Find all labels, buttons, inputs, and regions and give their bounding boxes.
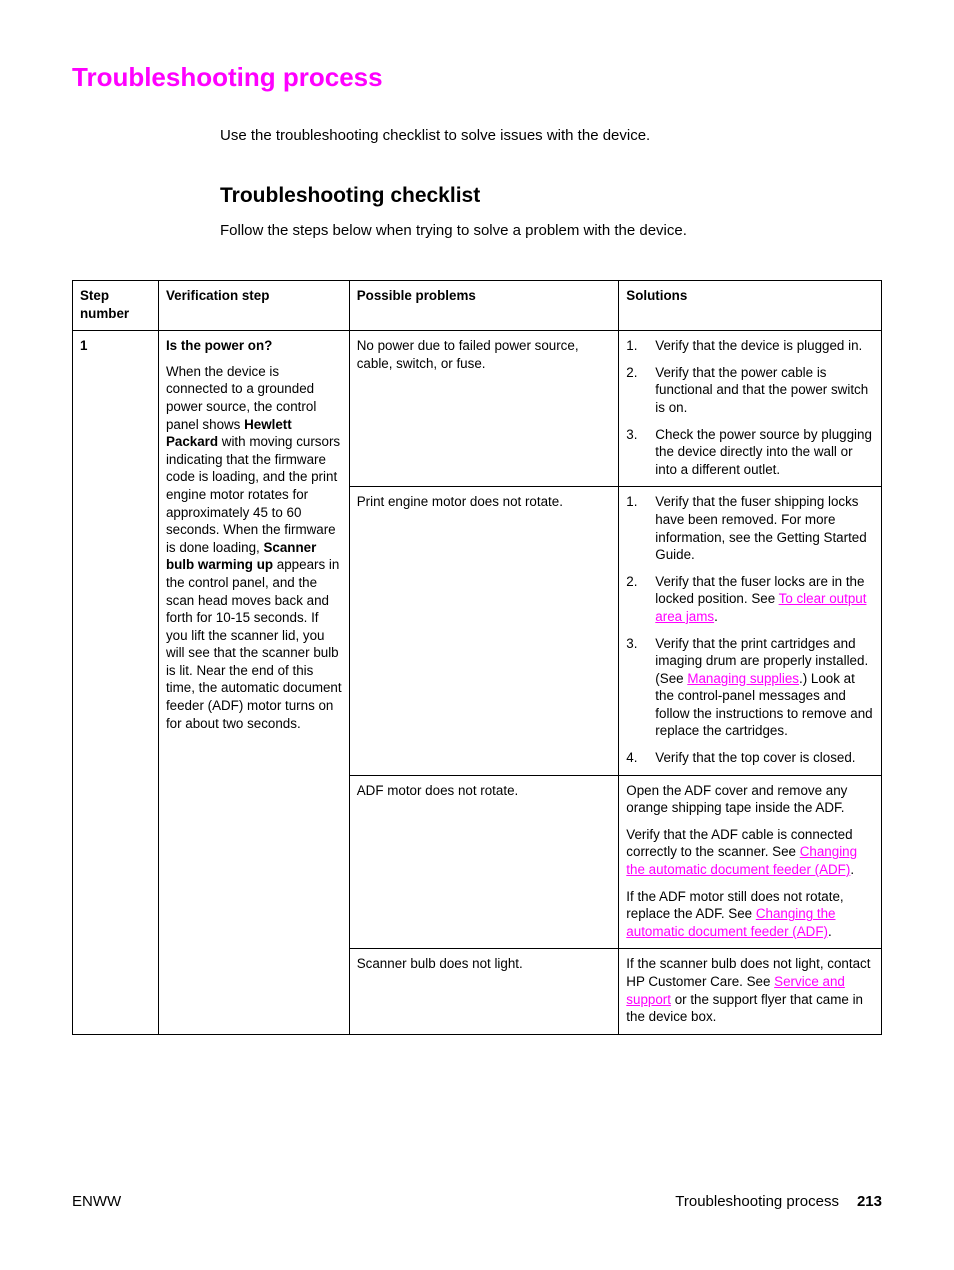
section-intro: Follow the steps below when trying to so… bbox=[220, 222, 687, 239]
solution-item: 2. Verify that the power cable is functio… bbox=[626, 364, 875, 417]
intro-text: Use the troubleshooting checklist to sol… bbox=[220, 127, 651, 144]
solution-number: 2. bbox=[626, 364, 638, 380]
solutions-cell: Open the ADF cover and remove any orange… bbox=[618, 774, 882, 950]
solution-paragraph: Open the ADF cover and remove any orange… bbox=[626, 782, 875, 817]
header-step-number: Step number bbox=[72, 279, 159, 332]
solutions-cell: 1. Verify that the device is plugged in. 2… bbox=[618, 330, 882, 488]
solution-number: 4. bbox=[626, 750, 638, 766]
solution-paragraph: Verify that the ADF cable is connected c… bbox=[626, 826, 875, 879]
text-run: . bbox=[714, 608, 718, 624]
text-run: Verify that the device is plugged in. bbox=[655, 338, 863, 354]
verification-step-description: When the device is connected to a ground… bbox=[166, 363, 343, 732]
solution-text: Verify that the top cover is closed. bbox=[655, 749, 875, 767]
troubleshooting-checklist-table: Step number Verification step Possible p… bbox=[72, 279, 882, 1035]
possible-problem: Scanner bulb does not light. bbox=[348, 948, 620, 1035]
possible-problem: ADF motor does not rotate. bbox=[348, 774, 620, 950]
text-run: . bbox=[850, 862, 855, 878]
solution-text: Verify that the fuser locks are in the l… bbox=[655, 573, 875, 626]
solution-text: Check the power source by plugging the d… bbox=[655, 426, 875, 479]
step-number: 1 bbox=[72, 330, 159, 1035]
text-run: . bbox=[828, 923, 832, 939]
solution-number: 1. bbox=[626, 338, 638, 354]
text-run: When the device is connected to a ground… bbox=[165, 363, 317, 432]
solution-item: 2. Verify that the fuser locks are in the… bbox=[626, 573, 875, 626]
text-run: appears in the control panel, and the sc… bbox=[165, 557, 342, 731]
page-number: 213 bbox=[856, 1193, 882, 1210]
solution-text: Verify that the print cartridges and ima… bbox=[655, 635, 875, 741]
solution-number: 3. bbox=[626, 635, 638, 651]
solution-text: Verify that the fuser shipping locks hav… bbox=[655, 493, 875, 563]
text-run: with moving cursors indicating that the … bbox=[165, 434, 341, 555]
solution-list: 1. Verify that the device is plugged in. 2… bbox=[626, 337, 875, 478]
solution-item: 3. Check the power source by plugging the… bbox=[626, 426, 875, 479]
possible-problem: Print engine motor does not rotate. bbox=[348, 486, 620, 776]
text-run: Open the ADF cover and remove any orange… bbox=[626, 782, 848, 816]
solutions-cell: 1. Verify that the fuser shipping locks h… bbox=[618, 486, 882, 776]
footer-right: Troubleshooting process 213 bbox=[675, 1193, 882, 1210]
solution-item: 3. Verify that the print cartridges and i… bbox=[626, 635, 875, 741]
solutions-cell: If the scanner bulb does not light, cont… bbox=[618, 948, 882, 1035]
header-verification-step: Verification step bbox=[157, 279, 350, 332]
solution-text: Verify that the power cable is functiona… bbox=[655, 364, 875, 417]
header-solutions: Solutions bbox=[618, 279, 882, 332]
header-possible-problems: Possible problems bbox=[348, 279, 620, 332]
solution-number: 2. bbox=[626, 573, 638, 589]
text-run: Verify that the top cover is closed. bbox=[655, 750, 856, 766]
cross-reference-link[interactable]: Managing supplies bbox=[687, 671, 799, 686]
text-run: Verify that the fuser shipping locks hav… bbox=[655, 494, 867, 563]
footer-locale: ENWW bbox=[72, 1193, 122, 1210]
solution-paragraph: If the ADF motor still does not rotate, … bbox=[626, 888, 875, 941]
possible-problem: No power due to failed power source, cab… bbox=[348, 330, 620, 488]
table-row: 1 Is the power on? When the device is conn… bbox=[72, 330, 882, 1035]
verification-step-cell: Is the power on? When the device is conne… bbox=[157, 330, 350, 1035]
solution-paragraph: If the scanner bulb does not light, cont… bbox=[626, 955, 875, 1025]
solution-number: 1. bbox=[626, 494, 638, 510]
solution-item: 1. Verify that the fuser shipping locks h… bbox=[626, 493, 875, 563]
solution-list: 1. Verify that the fuser shipping locks h… bbox=[626, 493, 875, 766]
text-run: Check the power source by plugging the d… bbox=[655, 426, 872, 477]
section-title: Troubleshooting checklist bbox=[220, 184, 481, 207]
text-run: Verify that the power cable is functiona… bbox=[655, 364, 869, 415]
solution-item: 4. Verify that the top cover is closed. bbox=[626, 749, 875, 767]
solution-item: 1. Verify that the device is plugged in. bbox=[626, 337, 875, 355]
table-header-row: Step number Verification step Possible p… bbox=[72, 279, 882, 332]
footer-section: Troubleshooting process bbox=[675, 1193, 839, 1210]
page-title: Troubleshooting process bbox=[72, 62, 383, 92]
solution-number: 3. bbox=[626, 426, 638, 442]
solution-text: Verify that the device is plugged in. bbox=[655, 337, 875, 355]
verification-step-title: Is the power on? bbox=[165, 338, 273, 354]
